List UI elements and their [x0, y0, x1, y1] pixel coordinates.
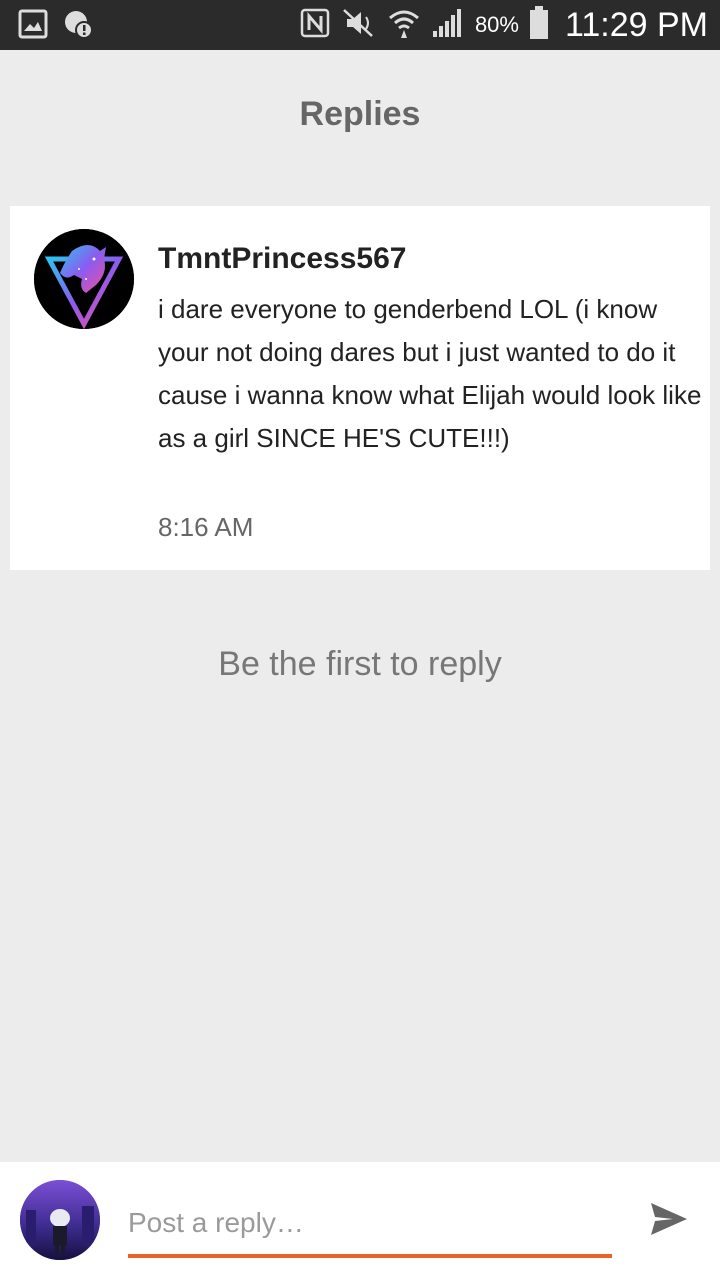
nfc-icon	[299, 7, 331, 44]
comment-timestamp: 8:16 AM	[158, 512, 254, 542]
status-bar-right: 80% 11:29 PM	[299, 0, 708, 50]
wifi-icon	[387, 6, 421, 45]
unicorn-avatar-icon	[34, 229, 134, 329]
empty-state-text: Be the first to reply	[218, 645, 502, 683]
alert-icon	[62, 8, 94, 45]
comment-text: i dare everyone to genderbend LOL (i kno…	[158, 294, 702, 453]
comment-card: TmntPrincess567 i dare everyone to gende…	[10, 206, 710, 570]
page-title: Replies	[299, 95, 421, 133]
clock: 11:29 PM	[564, 5, 708, 44]
battery-percent: 80%	[474, 12, 519, 37]
signal-icon	[431, 7, 465, 44]
send-icon	[651, 1202, 687, 1235]
user-avatar-icon	[20, 1180, 100, 1260]
comment-username[interactable]: TmntPrincess567	[158, 242, 406, 276]
my-avatar[interactable]	[20, 1180, 100, 1260]
reply-input[interactable]	[128, 1192, 612, 1258]
avatar[interactable]	[34, 229, 134, 329]
status-bar: 80% 11:29 PM	[0, 0, 720, 50]
status-bar-left	[18, 8, 94, 45]
reply-composer	[0, 1162, 720, 1280]
send-button[interactable]	[644, 1198, 694, 1242]
battery-icon	[529, 5, 549, 45]
mute-icon	[341, 7, 377, 44]
gallery-icon	[18, 9, 48, 44]
